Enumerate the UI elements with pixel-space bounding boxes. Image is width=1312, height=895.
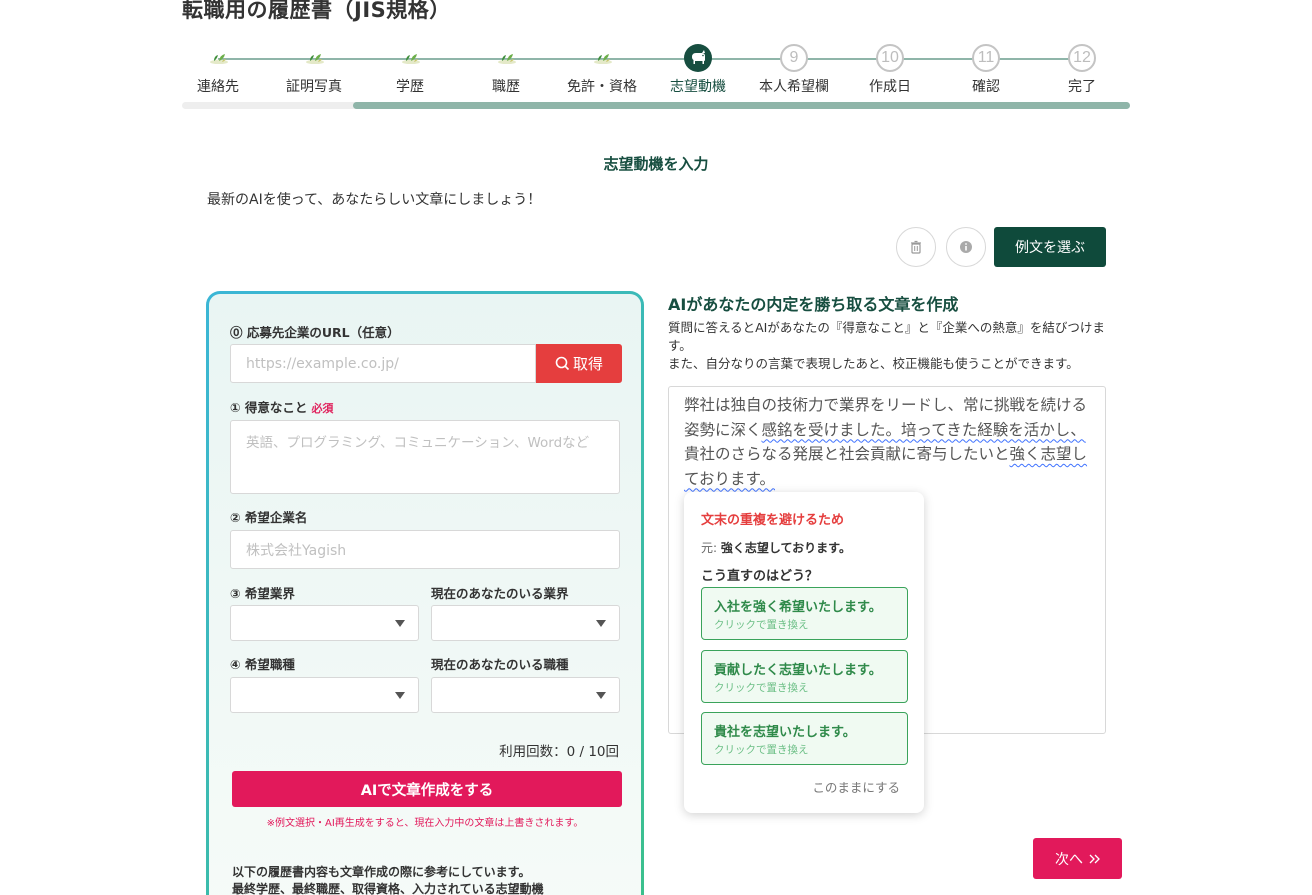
suggestion-option[interactable]: 入社を強く希望いたします。 クリックで置き換え	[701, 587, 908, 640]
sprout-icon	[204, 44, 232, 72]
current-job-select[interactable]	[431, 677, 620, 713]
step-label: 確認	[972, 79, 1000, 95]
ai-generate-button[interactable]: AIで文章作成をする	[232, 771, 622, 807]
step-number-icon: 11	[972, 44, 1000, 72]
progress-track	[182, 102, 1130, 109]
search-icon	[555, 356, 570, 371]
step-10: 12 完了	[1034, 44, 1130, 96]
sprout-icon	[396, 44, 424, 72]
sprout-icon	[492, 44, 520, 72]
step-2[interactable]: 証明写真	[266, 44, 362, 96]
step-number-icon: 12	[1068, 44, 1096, 72]
suggestion-text: 入社を強く希望いたします。	[714, 600, 882, 615]
chevron-down-icon	[395, 620, 405, 627]
proofread-popup: 文末の重複を避けるため 元: 強く志望しております。 こう直すのはどう？ 入社を…	[684, 492, 924, 813]
original-text: 元: 強く志望しております。	[701, 541, 851, 555]
strength-label: ① 得意なこと 必須	[230, 400, 334, 415]
current-job-label: 現在のあなたのいる職種	[431, 657, 569, 672]
chevron-down-icon	[596, 620, 606, 627]
flagged-phrase[interactable]: 感銘を受けました。培ってきた経験を活かし、	[762, 421, 1086, 439]
step-label: 免許・資格	[567, 79, 637, 95]
suggestion-option[interactable]: 貴社を志望いたします。 クリックで置き換え	[701, 712, 908, 765]
sprout-icon	[300, 44, 328, 72]
step-label: 作成日	[869, 79, 911, 95]
step-3[interactable]: 学歴	[362, 44, 458, 96]
progress-stepper: 連絡先 証明写真 学歴 職歴 免許・資格 志望動機 9 本人希望欄 10 作成日 11 確認 12 完了	[182, 44, 1130, 110]
reference-note: 以下の履歴書内容も文章作成の際に参考にしています。 最終学歴、最終職歴、取得資格…	[232, 865, 544, 895]
step-number-icon: 9	[780, 44, 808, 72]
step-7: 9 本人希望欄	[746, 44, 842, 96]
current-industry-label: 現在のあなたのいる業界	[431, 586, 569, 601]
double-chevron-right-icon	[1089, 854, 1100, 863]
industry-label: ③ 希望業界	[230, 586, 295, 601]
info-icon	[960, 241, 972, 253]
company-label: ② 希望企業名	[230, 510, 308, 525]
url-label: ⓪ 応募先企業のURL（任意）	[230, 325, 400, 340]
step-9: 11 確認	[938, 44, 1034, 96]
step-label: 連絡先	[197, 79, 239, 95]
ai-writer-description: 質問に答えるとAIがあなたの『得意なこと』と『企業への熱意』を結びつけます。 ま…	[668, 320, 1105, 371]
step-number-icon: 10	[876, 44, 904, 72]
required-badge: 必須	[311, 402, 334, 415]
trash-icon	[911, 240, 921, 254]
progress-fill	[352, 102, 1130, 109]
step-label: 職歴	[492, 79, 520, 95]
next-button[interactable]: 次へ	[1033, 838, 1122, 879]
step-1[interactable]: 連絡先	[170, 44, 266, 96]
current-industry-select[interactable]	[431, 605, 620, 641]
company-url-input[interactable]: https://example.co.jp/	[230, 344, 536, 383]
text-segment: 貴社のさらなる発展と社会貢献に寄与したいと	[684, 445, 1010, 463]
sprout-icon	[588, 44, 616, 72]
fetch-label: 取得	[572, 355, 603, 373]
suggestion-hint: クリックで置き換え	[714, 619, 809, 631]
suggestion-hint: クリックで置き換え	[714, 744, 809, 756]
chevron-down-icon	[395, 692, 405, 699]
keep-as-is-button[interactable]: このままにする	[812, 777, 900, 796]
overwrite-note: ※例文選択・AI再生成をすると、現在入力中の文章は上書きされます。	[266, 818, 584, 829]
fetch-button[interactable]: 取得	[536, 344, 622, 383]
suggestion-text: 貴社を志望いたします。	[714, 725, 856, 740]
step-label: 証明写真	[286, 79, 342, 95]
usage-count: 利用回数：0 / 10回	[499, 744, 619, 760]
suggestion-hint: クリックで置き換え	[714, 681, 809, 694]
popup-title: 文末の重複を避けるため	[701, 513, 845, 528]
strength-input[interactable]: 英語、プログラミング、コミュニケーション、Wordなど	[230, 420, 620, 494]
company-name-input[interactable]: 株式会社Yagish	[230, 530, 620, 569]
ai-input-panel: ⓪ 応募先企業のURL（任意） https://example.co.jp/ 取…	[206, 291, 644, 895]
info-button[interactable]	[946, 227, 986, 267]
suggestion-text: 貢献したく志望いたします。	[714, 662, 882, 678]
chevron-down-icon	[596, 692, 606, 699]
step-6[interactable]: 志望動機	[650, 44, 746, 96]
page-title: 転職用の履歴書（JIS規格）	[182, 0, 451, 22]
job-label: ④ 希望職種	[230, 657, 295, 672]
section-subtitle: 最新のAIを使って、あなたらしい文章にしましょう！	[207, 192, 542, 208]
step-8: 10 作成日	[842, 44, 938, 96]
suggestion-option[interactable]: 貢献したく志望いたします。 クリックで置き換え	[701, 649, 908, 703]
step-label: 学歴	[396, 79, 424, 95]
popup-question: こう直すのはどう？	[701, 569, 819, 584]
step-label: 本人希望欄	[759, 79, 829, 95]
industry-select[interactable]	[230, 605, 419, 641]
delete-button[interactable]	[896, 227, 936, 267]
step-5[interactable]: 免許・資格	[554, 44, 650, 96]
section-title: 志望動機を入力	[603, 155, 709, 173]
step-4[interactable]: 職歴	[458, 44, 554, 96]
cow-icon	[684, 44, 712, 72]
ai-writer-title: AIがあなたの内定を勝ち取る文章を作成	[668, 295, 959, 314]
choose-example-button[interactable]: 例文を選ぶ	[994, 227, 1106, 267]
step-label: 志望動機	[670, 79, 726, 95]
step-label: 完了	[1068, 79, 1096, 95]
job-select[interactable]	[230, 677, 419, 713]
